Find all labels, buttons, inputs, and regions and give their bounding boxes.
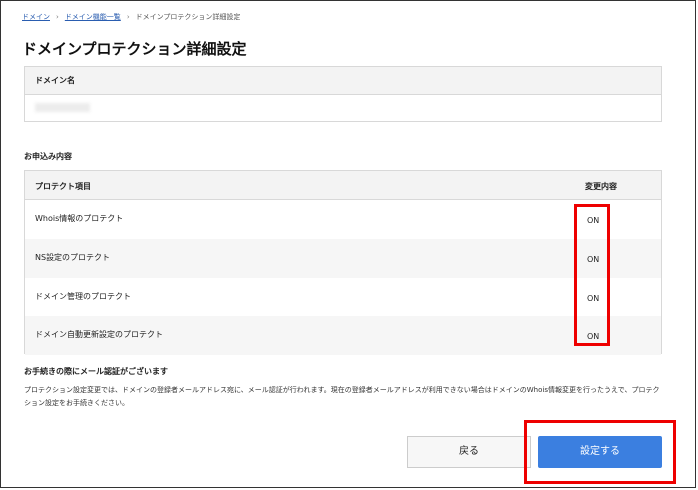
breadcrumb: ドメイン › ドメイン機能一覧 › ドメインプロテクション詳細設定 [22, 12, 240, 22]
chevron-right-icon: › [56, 13, 59, 21]
highlight-box-submit [524, 420, 676, 484]
domain-table-header: ドメイン名 [25, 67, 661, 95]
notice-title: お手続きの際にメール認証がございます [24, 367, 168, 376]
section-label: お申込み内容 [24, 152, 72, 161]
breadcrumb-link-domain[interactable]: ドメイン [22, 13, 50, 21]
row-name: ドメイン自動更新設定のプロテクト [35, 330, 163, 340]
table-row: Whois情報のプロテクト ON [25, 200, 661, 239]
table-row: ドメイン自動更新設定のプロテクト ON [25, 316, 661, 355]
protect-table: プロテクト項目 変更内容 Whois情報のプロテクト ON NS設定のプロテクト… [24, 170, 662, 355]
column-header-item: プロテクト項目 [35, 182, 91, 191]
notice-body: プロテクション設定変更では、ドメインの登録者メールアドレス宛に、メール認証が行わ… [24, 386, 660, 407]
chevron-right-icon: › [126, 13, 130, 21]
row-name: NS設定のプロテクト [35, 252, 111, 262]
domain-table: ドメイン名 [24, 66, 662, 122]
page-title: ドメインプロテクション詳細設定 [22, 40, 247, 58]
highlight-box-status [574, 204, 610, 346]
protect-table-header: プロテクト項目 変更内容 [25, 171, 661, 200]
redacted-domain-name [35, 103, 90, 112]
column-header-change: 変更内容 [585, 182, 617, 191]
domain-value-cell [25, 95, 661, 123]
row-name: Whois情報のプロテクト [35, 214, 124, 223]
row-name: ドメイン管理のプロテクト [35, 291, 131, 301]
breadcrumb-link-domain-functions[interactable]: ドメイン機能一覧 [65, 13, 121, 21]
table-row: ドメイン管理のプロテクト ON [25, 278, 661, 317]
breadcrumb-current: ドメインプロテクション詳細設定 [135, 13, 241, 21]
back-button[interactable]: 戻る [407, 436, 531, 468]
table-row: NS設定のプロテクト ON [25, 238, 661, 278]
